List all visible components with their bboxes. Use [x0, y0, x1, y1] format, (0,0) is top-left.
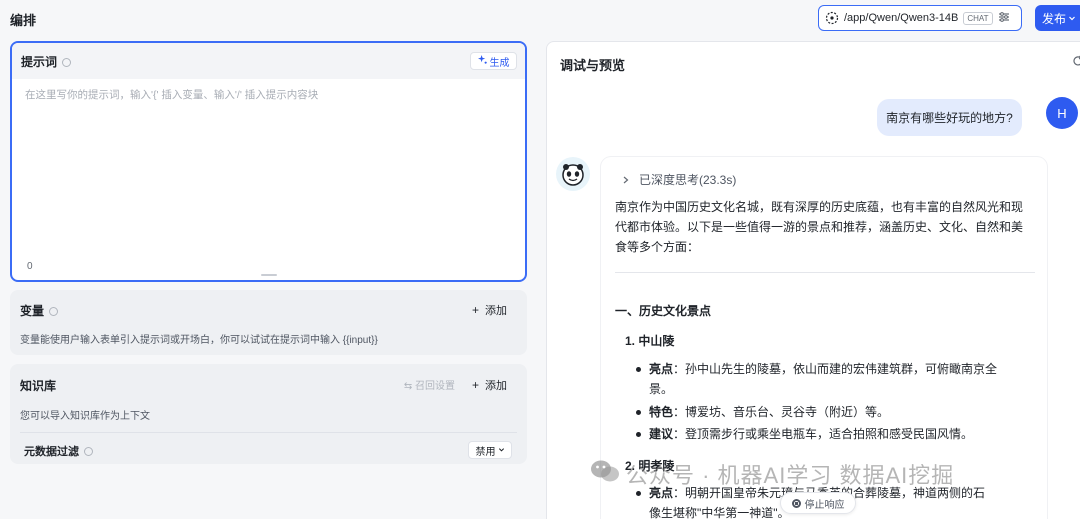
page-title: 编排	[10, 13, 37, 28]
answer-divider	[615, 272, 1035, 273]
model-cube-icon	[825, 11, 839, 25]
prompt-header: 提示词 生成	[12, 43, 525, 79]
refresh-icon[interactable]	[1072, 55, 1080, 67]
list-item: 亮点：孙中山先生的陵墓，依山而建的宏伟建筑群，可俯瞰南京全 景。	[636, 359, 1019, 399]
chevron-down-icon	[498, 445, 505, 456]
plus-icon: +	[471, 303, 479, 317]
intro-line: 食等多个方面：	[615, 240, 700, 254]
swap-icon: ⇆	[403, 381, 415, 392]
model-selector[interactable]: /app/Qwen/Qwen3-14B CHAT	[818, 5, 1022, 31]
metadata-filter-value: 禁用	[475, 446, 496, 458]
prompt-panel: 提示词 生成 在这里写你的提示词，输入'{' 插入变量、输入'/' 插入提示内容…	[10, 41, 527, 282]
help-icon[interactable]	[62, 57, 72, 67]
divider	[20, 432, 517, 433]
top-bar: 编排 /app/Qwen/Qwen3-14B CHAT 发布	[0, 0, 1080, 36]
list-item: 特色：博爱坊、音乐台、灵谷寺（附近）等。	[636, 402, 1019, 422]
chevron-down-icon	[1068, 11, 1076, 25]
list-item: 建议：登顶需步行或乘坐电瓶车，适合拍照和感受民国风情。	[636, 424, 1019, 444]
wechat-icon	[590, 458, 620, 490]
help-icon[interactable]	[84, 447, 93, 456]
settings-sliders-icon[interactable]	[998, 11, 1010, 26]
watermark: 公众号 · 机器AI学习 数据AI挖掘	[590, 458, 954, 490]
item-heading: 1. 中山陵	[625, 334, 675, 348]
resize-handle[interactable]	[261, 274, 277, 276]
variables-card: 变量 + 添加 变量能使用户输入表单引入提示词或开场白，你可以试试在提示词中输入 …	[10, 290, 527, 355]
stop-icon	[791, 498, 801, 508]
section-heading: 一、历史文化景点	[615, 304, 712, 318]
intro-line: 代都市体验。以下是一些值得一游的景点和推荐，涵盖历史、文化、自然和美	[615, 220, 1024, 234]
stop-response-button[interactable]: 停止响应	[780, 492, 856, 514]
chevron-right-icon	[623, 173, 629, 187]
knowledge-title: 知识库	[20, 379, 57, 393]
variables-description: 变量能使用户输入表单引入提示词或开场白，你可以试试在提示词中输入 {{input…	[20, 335, 378, 346]
prompt-input[interactable]: 在这里写你的提示词，输入'{' 插入变量、输入'/' 插入提示内容块	[25, 87, 318, 102]
chat-title: 调试与预览	[560, 58, 626, 73]
metadata-filter-select[interactable]: 禁用	[468, 441, 512, 459]
bot-avatar-icon	[556, 157, 590, 191]
chat-badge: CHAT	[963, 11, 993, 25]
thinking-label: 已深度思考(23.3s)	[639, 173, 737, 187]
publish-label: 发布	[1042, 11, 1067, 26]
generate-label: 生成	[489, 57, 510, 69]
user-avatar: H	[1046, 97, 1078, 129]
generate-button[interactable]: 生成	[470, 52, 517, 70]
model-path: /app/Qwen/Qwen3-14B	[844, 12, 959, 24]
publish-button[interactable]: 发布	[1035, 5, 1080, 31]
char-count: 0	[27, 261, 33, 272]
prompt-title: 提示词	[21, 54, 58, 69]
knowledge-description: 您可以导入知识库作为上下文	[20, 411, 150, 422]
add-variable-label: 添加	[485, 305, 507, 317]
metadata-filter-label: 元数据过滤	[24, 446, 79, 458]
user-message: 南京有哪些好玩的地方?	[877, 99, 1022, 136]
intro-line: 南京作为中国历史文化名城，既有深厚的历史底蕴，也有丰富的自然风光和现	[615, 200, 1024, 214]
knowledge-card: 知识库 ⇆ 召回设置 + 添加 您可以导入知识库作为上下文 元数据过滤 禁用	[10, 364, 527, 464]
variables-title: 变量	[20, 304, 45, 318]
sparkle-icon	[477, 55, 487, 67]
stop-label: 停止响应	[804, 499, 845, 511]
add-variable-button[interactable]: + 添加	[472, 302, 507, 318]
add-knowledge-button[interactable]: + 添加	[472, 377, 507, 393]
thinking-toggle[interactable]: 已深度思考(23.3s)	[623, 171, 736, 188]
chat-panel: 调试与预览 南京有哪些好玩的地方? H 已深度思考(23.3s) 南京作为中国历…	[546, 41, 1080, 519]
plus-icon: +	[471, 378, 479, 392]
recall-settings-label: 召回设置	[415, 381, 455, 392]
watermark-text: 公众号 · 机器AI学习 数据AI挖掘	[626, 463, 955, 488]
help-icon[interactable]	[49, 307, 59, 316]
recall-settings-button[interactable]: ⇆ 召回设置	[404, 377, 455, 392]
add-knowledge-label: 添加	[485, 380, 507, 392]
